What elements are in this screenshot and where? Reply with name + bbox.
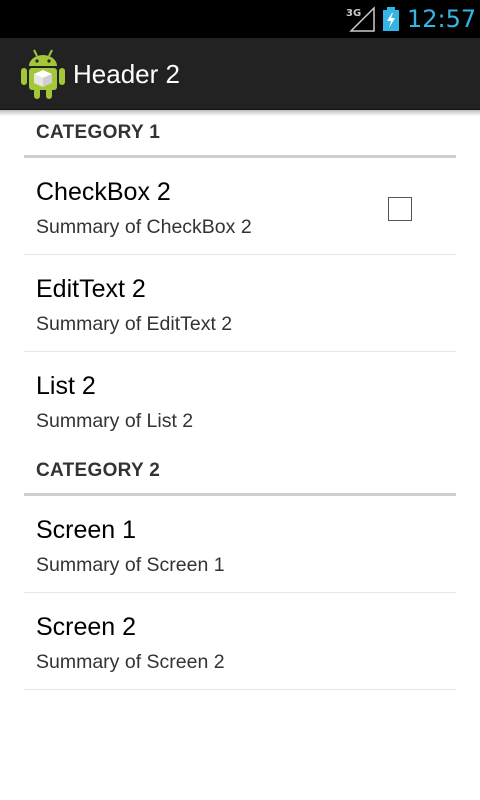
pref-title: Screen 2 bbox=[36, 613, 137, 641]
pref-summary: Summary of CheckBox 2 bbox=[36, 216, 252, 238]
svg-text:3G: 3G bbox=[346, 8, 361, 19]
preference-list: CATEGORY 1 CheckBox 2 Summary of CheckBo… bbox=[24, 110, 456, 690]
pref-summary: Summary of Screen 2 bbox=[36, 651, 225, 673]
action-bar: Header 2 bbox=[0, 38, 480, 110]
pref-summary: Summary of Screen 1 bbox=[36, 554, 225, 576]
pref-edittext-2[interactable]: EditText 2 Summary of EditText 2 bbox=[24, 255, 456, 352]
pref-list-2[interactable]: List 2 Summary of List 2 bbox=[24, 352, 456, 449]
category-header: CATEGORY 2 bbox=[24, 448, 456, 496]
category-label: CATEGORY 2 bbox=[36, 460, 161, 481]
pref-title: Screen 1 bbox=[36, 516, 137, 544]
signal-3g-icon: 3G bbox=[346, 6, 375, 32]
android-app-icon[interactable] bbox=[20, 48, 66, 100]
pref-screen-2[interactable]: Screen 2 Summary of Screen 2 bbox=[24, 593, 456, 690]
status-bar: 3G 12:57 bbox=[0, 0, 480, 38]
screen-title: Header 2 bbox=[73, 59, 180, 89]
category-label: CATEGORY 1 bbox=[36, 122, 161, 143]
clock: 12:57 bbox=[407, 5, 477, 33]
pref-screen-1[interactable]: Screen 1 Summary of Screen 1 bbox=[24, 496, 456, 593]
pref-title: EditText 2 bbox=[36, 275, 146, 303]
checkbox[interactable] bbox=[388, 197, 412, 221]
pref-title: List 2 bbox=[36, 372, 96, 400]
pref-title: CheckBox 2 bbox=[36, 178, 171, 206]
pref-summary: Summary of List 2 bbox=[36, 410, 194, 432]
pref-summary: Summary of EditText 2 bbox=[36, 313, 233, 335]
category-header: CATEGORY 1 bbox=[24, 110, 456, 158]
battery-charging-icon bbox=[383, 7, 399, 31]
pref-checkbox-2[interactable]: CheckBox 2 Summary of CheckBox 2 bbox=[24, 158, 456, 255]
